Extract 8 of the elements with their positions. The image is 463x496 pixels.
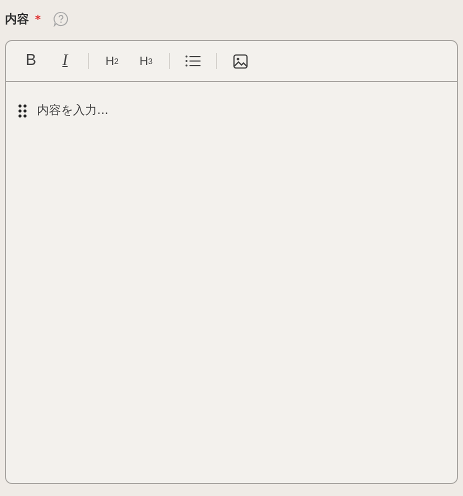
image-icon (232, 54, 248, 68)
field-label: 内容 (5, 10, 29, 28)
drag-handle-icon[interactable] (18, 104, 27, 118)
italic-button[interactable]: I (50, 48, 80, 74)
bold-button[interactable]: B (16, 48, 46, 74)
required-mark: * (35, 12, 41, 26)
content-input[interactable]: 内容を入力... (37, 103, 457, 117)
list-icon (185, 54, 201, 68)
